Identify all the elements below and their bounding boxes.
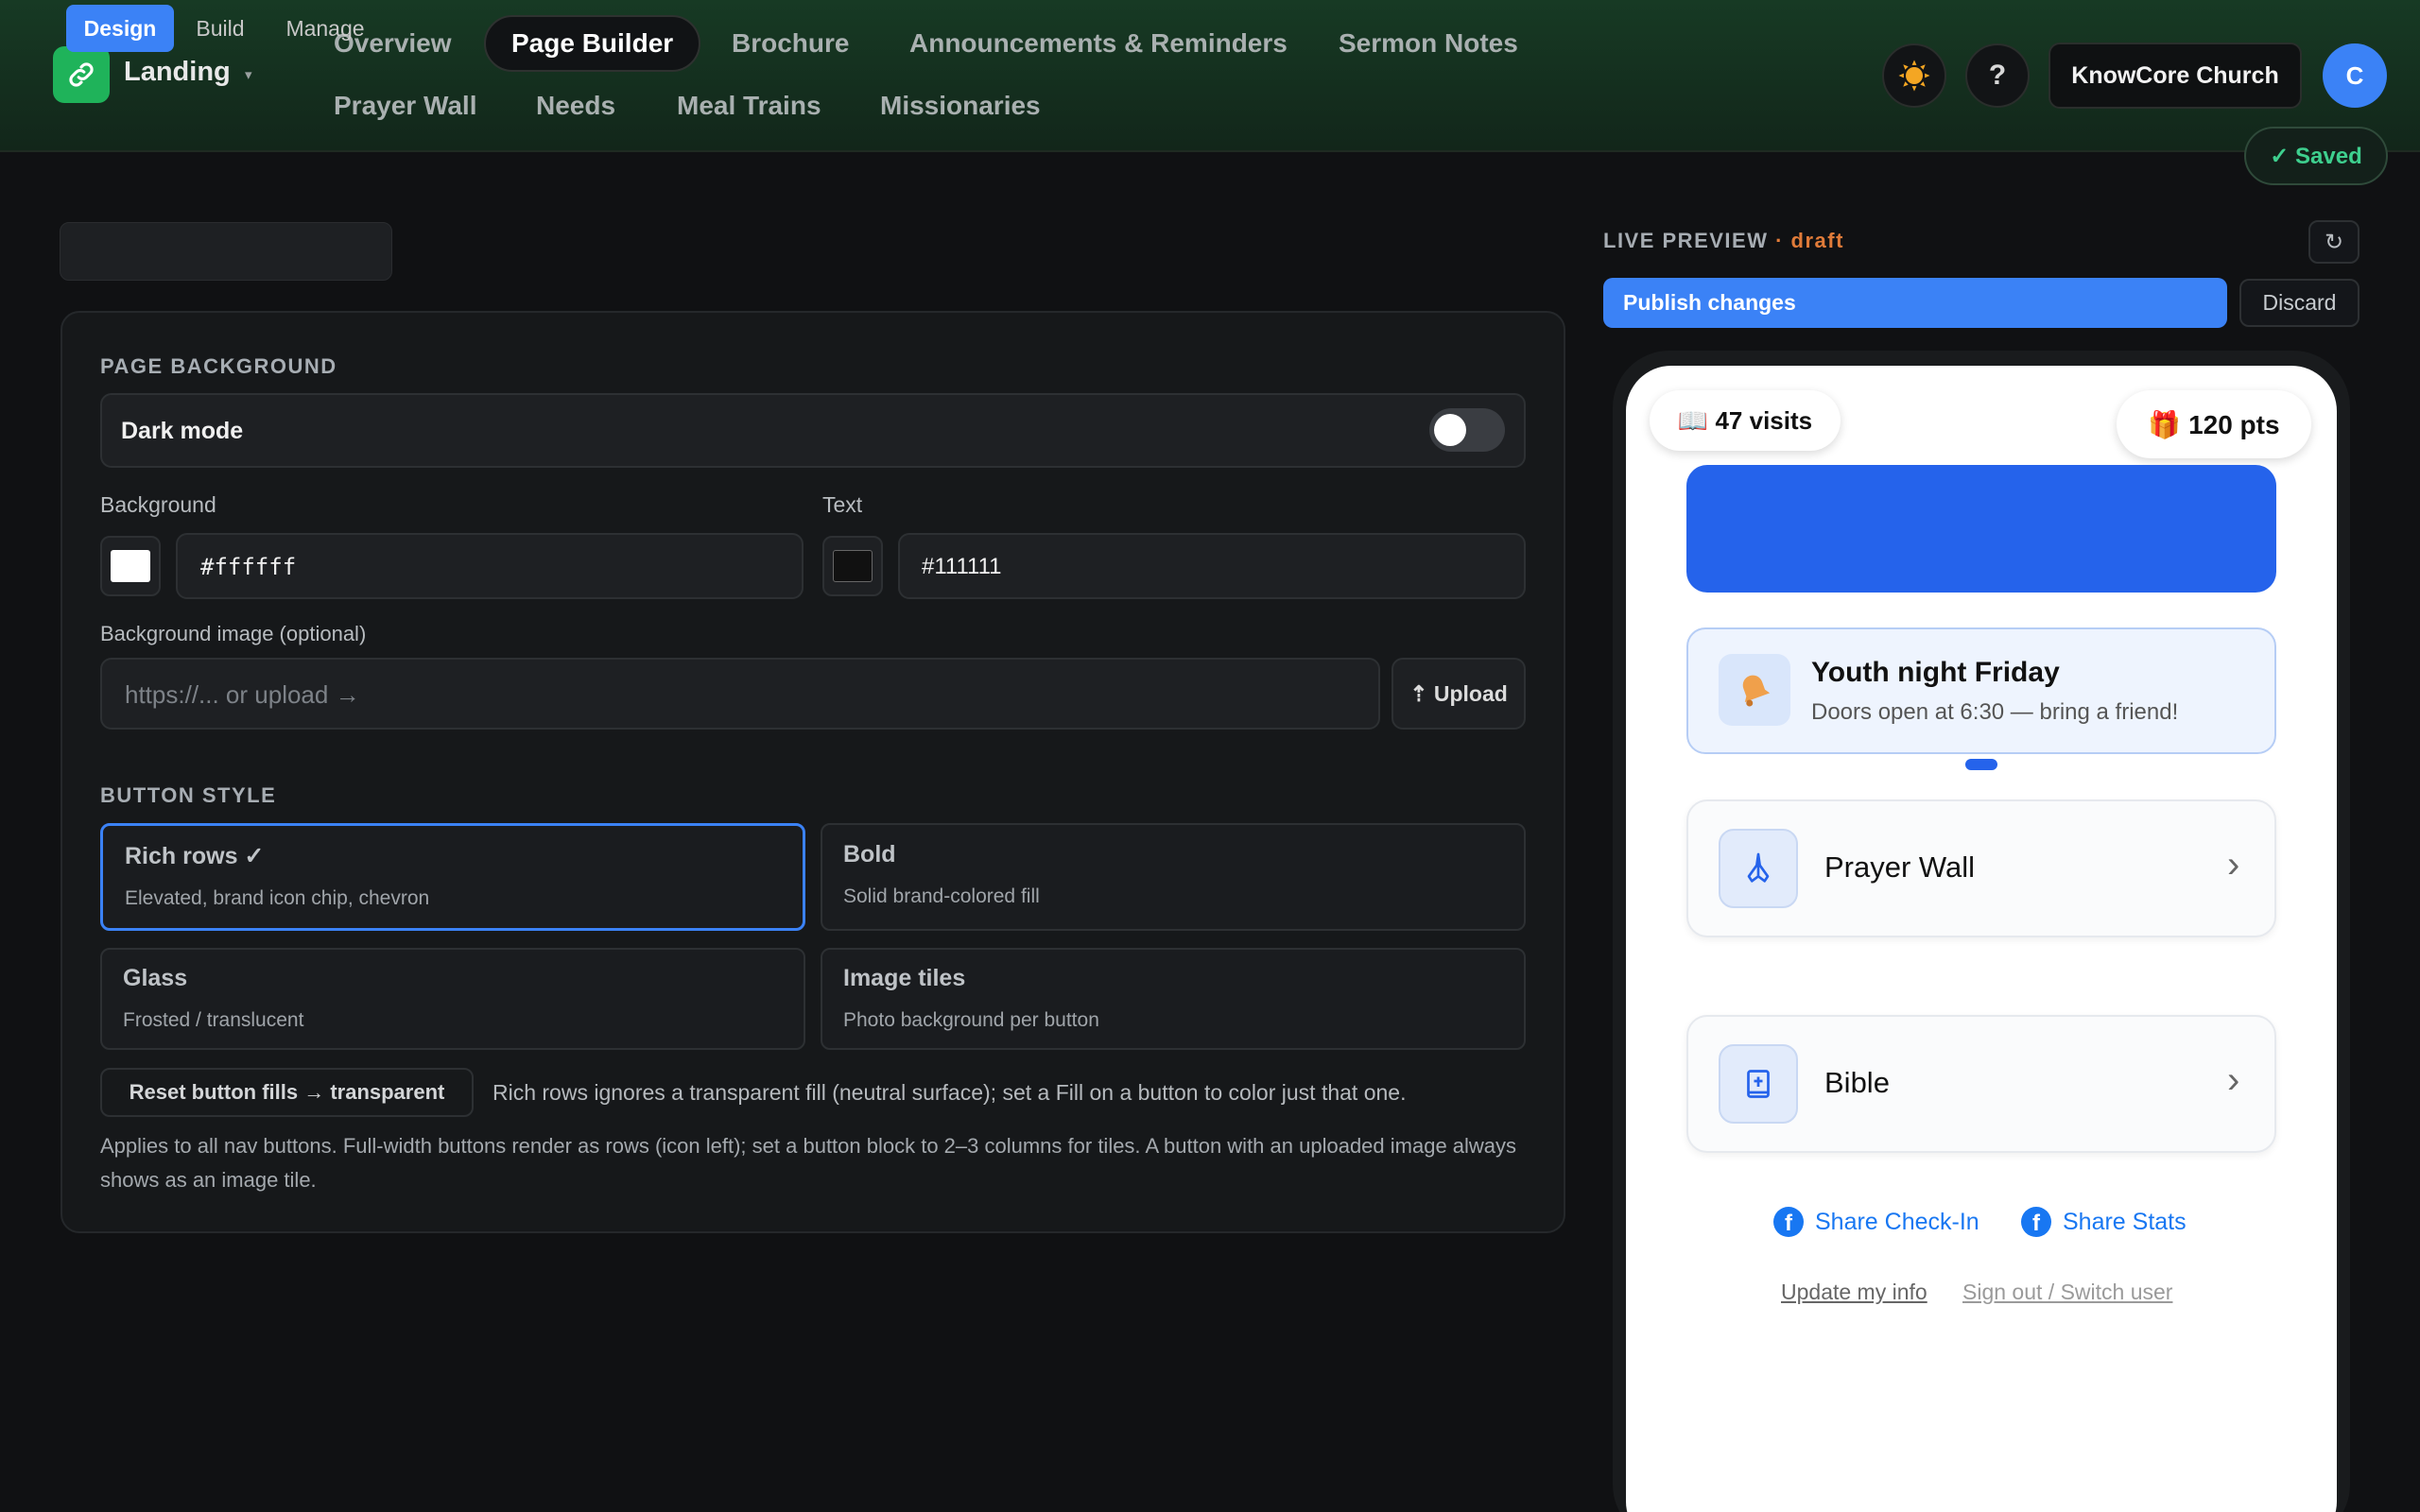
tab-build[interactable]: Build [180,5,261,52]
reset-note: Rich rows ignores a transparent fill (ne… [493,1080,1407,1105]
style-option-title: Rich rows ✓ [125,843,265,869]
praying-hands-icon [1719,829,1798,908]
page-background-title: PAGE BACKGROUND [100,354,337,378]
facebook-icon: f [1773,1207,1804,1237]
background-color-value: #ffffff [200,554,297,580]
carousel-indicator[interactable] [1965,759,1997,770]
tab-manage[interactable]: Manage [274,5,376,52]
share-stats-label: Share Stats [2063,1208,2187,1235]
preview-title: LIVE PREVIEW [1603,229,1769,252]
draft-status: · draft [1775,229,1844,252]
nav-prayer-wall[interactable]: Prayer Wall [334,90,476,122]
update-info-link[interactable]: Update my info [1781,1280,1927,1305]
nav-needs[interactable]: Needs [536,90,615,122]
hero-banner [1686,465,2276,593]
background-label: Background [100,492,216,517]
button-style-title: BUTTON STYLE [100,783,277,807]
applies-note: Applies to all nav buttons. Full-width b… [100,1134,1517,1192]
help-button[interactable]: ? [1965,43,2030,108]
preview-button-label: Prayer Wall [1824,850,1976,884]
tab-design[interactable]: Design [66,5,174,52]
chevron-right-icon: › [2227,1059,2240,1101]
style-option-title: Bold [843,841,896,868]
editor-tabs [60,222,392,281]
avatar[interactable]: C [2323,43,2387,108]
background-color-swatch[interactable] [100,536,161,596]
visits-badge: 📖 47 visits [1650,390,1841,451]
style-option-title: Glass [123,965,188,991]
sun-icon [1898,60,1930,92]
style-option-title: Image tiles [843,965,966,991]
nav-announcements[interactable]: Announcements & Reminders [909,27,1288,60]
style-option-sub: Solid brand-colored fill [843,885,1040,907]
refresh-preview-button[interactable]: ↻ [2308,220,2360,264]
style-option-sub: Frosted / translucent [123,1009,304,1031]
live-preview-label: LIVE PREVIEW · draft [1603,229,1844,253]
nav-brochure[interactable]: Brochure [732,27,849,60]
dark-mode-label: Dark mode [121,418,244,444]
bell-icon [1719,654,1790,726]
text-color-value: #111111 [922,554,1002,579]
style-option-bold[interactable] [821,823,1526,931]
toggle-knob[interactable] [1434,414,1466,446]
text-color-swatch[interactable] [822,536,883,596]
publish-button[interactable]: Publish changes [1603,278,2227,328]
announcement-title: Youth night Friday [1811,657,2060,688]
points-badge: 🎁 120 pts [2117,390,2311,458]
nav-sermon-notes[interactable]: Sermon Notes [1339,27,1518,60]
chevron-right-icon: › [2227,844,2240,885]
theme-toggle-button[interactable] [1882,43,1946,108]
share-checkin-label: Share Check-In [1815,1208,1979,1235]
sign-out-link[interactable]: Sign out / Switch user [1962,1280,2172,1305]
background-image-placeholder: https://... or upload → [125,680,360,709]
saved-badge: ✓ Saved [2244,127,2388,185]
discard-button[interactable]: Discard [2239,279,2360,327]
app-title[interactable]: Landing [124,57,231,88]
style-option-sub: Elevated, brand icon chip, chevron [125,887,430,909]
announcement-subtitle: Doors open at 6:30 — bring a friend! [1811,699,2179,725]
preview-button-label: Bible [1824,1066,1890,1099]
upload-button[interactable]: ⇡ Upload [1392,658,1526,730]
share-checkin-link[interactable]: f Share Check-In [1773,1207,1979,1237]
facebook-icon: f [2021,1207,2051,1237]
style-option-glass[interactable] [100,948,805,1050]
nav-missionaries[interactable]: Missionaries [880,90,1041,122]
bible-icon [1719,1044,1798,1124]
nav-meal-trains[interactable]: Meal Trains [677,90,821,122]
chevron-down-icon[interactable]: ▾ [245,66,252,83]
style-option-image-tiles[interactable] [821,948,1526,1050]
reset-fills-button[interactable]: Reset button fills → transparent [100,1068,474,1117]
share-stats-link[interactable]: f Share Stats [2021,1207,2187,1237]
link-icon[interactable] [53,46,110,103]
style-option-rich-rows[interactable] [100,823,805,931]
background-image-label: Background image (optional) [100,622,367,645]
dark-mode-row[interactable] [100,393,1526,468]
church-switcher-button[interactable]: KnowCore Church [2048,43,2302,109]
nav-page-builder[interactable]: Page Builder [484,15,701,72]
text-color-label: Text [822,492,863,517]
style-option-sub: Photo background per button [843,1009,1099,1031]
